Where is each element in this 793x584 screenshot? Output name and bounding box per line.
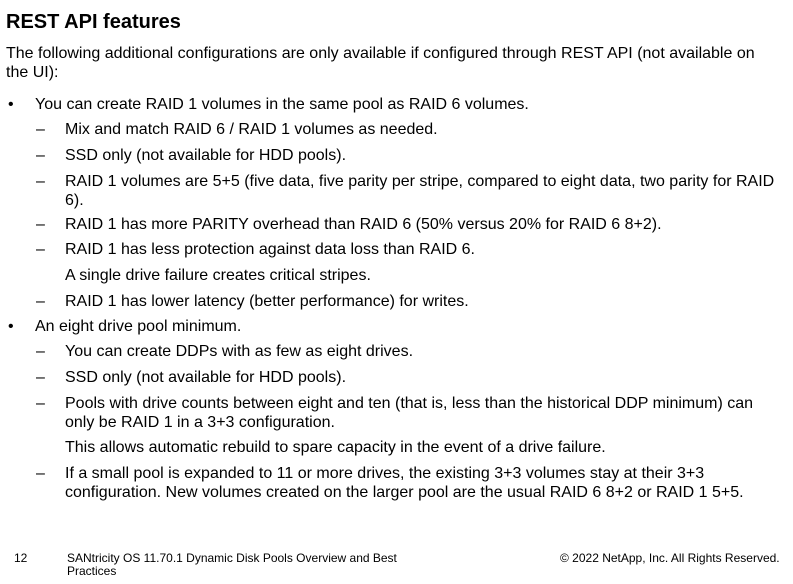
list-item: You can create RAID 1 volumes in the sam… xyxy=(35,96,529,113)
sub-list-item: Pools with drive counts between eight an… xyxy=(65,395,754,431)
sub-list-item: RAID 1 has less protection against data … xyxy=(65,241,475,258)
sub-list-item: RAID 1 has lower latency (better perform… xyxy=(65,293,469,310)
dash-icon: – xyxy=(36,369,45,386)
dash-icon: – xyxy=(36,293,45,310)
dash-icon: – xyxy=(36,216,45,233)
sub-list-item: SSD only (not available for HDD pools). xyxy=(65,147,347,164)
list-item: An eight drive pool minimum. xyxy=(35,318,242,335)
dash-icon: – xyxy=(36,241,45,258)
dash-icon: – xyxy=(36,343,45,360)
sub-list-item: RAID 1 has more PARITY overhead than RAI… xyxy=(65,216,662,233)
document-title: SANtricity OS 11.70.1 Dynamic Disk Pools… xyxy=(67,551,397,578)
sub-list-item: SSD only (not available for HDD pools). xyxy=(65,369,347,386)
sub-list-item: You can create DDPs with as few as eight… xyxy=(65,343,414,360)
section-heading: REST API features xyxy=(6,11,181,33)
dash-icon: – xyxy=(36,173,45,190)
bullet-icon: • xyxy=(8,96,14,113)
copyright-notice: © 2022 NetApp, Inc. All Rights Reserved. xyxy=(560,551,780,565)
sub-list-item: If a small pool is expanded to 11 or mor… xyxy=(65,465,744,501)
dash-icon: – xyxy=(36,395,45,412)
dash-icon: – xyxy=(36,121,45,138)
dash-icon: – xyxy=(36,147,45,164)
sub-list-note: A single drive failure creates critical … xyxy=(65,267,371,284)
dash-icon: – xyxy=(36,465,45,482)
intro-paragraph: The following additional configurations … xyxy=(6,45,755,81)
sub-list-note: This allows automatic rebuild to spare c… xyxy=(65,439,606,456)
bullet-icon: • xyxy=(8,318,14,335)
document-page: REST API features The following addition… xyxy=(0,0,793,584)
page-number: 12 xyxy=(14,551,28,565)
sub-list-item: Mix and match RAID 6 / RAID 1 volumes as… xyxy=(65,121,438,138)
sub-list-item: RAID 1 volumes are 5+5 (five data, five … xyxy=(65,173,775,209)
